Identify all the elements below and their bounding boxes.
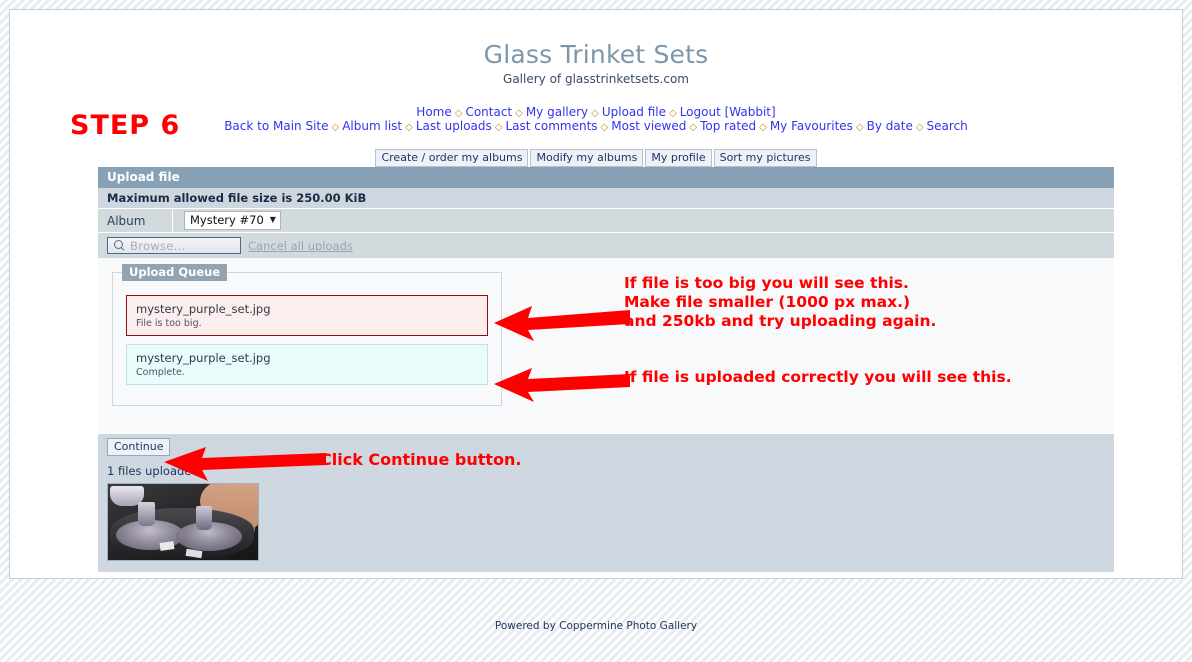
nav-separator-icon: ◇	[405, 122, 413, 133]
site-title: Glass Trinket Sets	[483, 40, 709, 69]
admin-button-row: Create / order my albums Modify my albums…	[10, 149, 1182, 167]
album-select-value: Mystery #70	[190, 213, 264, 227]
nav-separator-icon: ◇	[494, 122, 503, 133]
annotation-arrow-complete	[494, 368, 630, 402]
upload-queue-legend: Upload Queue	[122, 264, 228, 281]
upload-queue-area: Upload Queue mystery_purple_set.jpg File …	[98, 258, 1114, 433]
footer-credit: Powered by Coppermine Photo Gallery	[494, 620, 698, 632]
nav-link-my-gallery[interactable]: My gallery	[526, 105, 588, 119]
cancel-all-uploads-link[interactable]: Cancel all uploads	[248, 239, 353, 253]
secondary-navigation: Back to Main Site ◇ Album list ◇ Last upload…	[10, 119, 1182, 133]
nav-link-search[interactable]: Search	[927, 119, 968, 133]
queue-item-filename: mystery_purple_set.jpg	[136, 351, 271, 365]
album-row: Album Mystery #70 ▼	[98, 209, 1114, 233]
step-label: STEP 6	[70, 110, 181, 141]
panel-title: Upload file	[98, 167, 1114, 188]
nav-separator-icon: ◇	[759, 122, 767, 133]
upload-queue-item: mystery_purple_set.jpg File is too big.	[126, 295, 488, 336]
nav-separator-icon: ◇	[515, 108, 523, 119]
nav-separator-icon: ◇	[591, 108, 599, 119]
nav-link-contact[interactable]: Contact	[465, 105, 512, 119]
continue-button[interactable]: Continue	[107, 437, 171, 456]
upload-queue-list: mystery_purple_set.jpg File is too big. my…	[126, 295, 488, 385]
nav-link-top-rated[interactable]: Top rated	[700, 119, 756, 133]
queue-item-status: File is too big.	[136, 318, 202, 329]
album-label: Album	[107, 213, 146, 228]
nav-link-most-viewed[interactable]: Most viewed	[611, 119, 686, 133]
annotation-too-big: If file is too big you will see this. Mak…	[624, 274, 936, 331]
nav-separator-icon: ◇	[454, 108, 463, 119]
uploaded-thumbnail[interactable]	[107, 483, 259, 561]
magnifier-icon	[114, 240, 125, 251]
upload-queue-item: mystery_purple_set.jpg Complete.	[126, 344, 488, 385]
nav-link-logout-wabbit[interactable]: Logout [Wabbit]	[680, 105, 776, 119]
nav-link-album-list[interactable]: Album list	[342, 119, 402, 133]
nav-separator-icon: ◇	[855, 122, 864, 133]
annotation-upload-ok: If file is uploaded correctly you will s…	[624, 368, 1012, 386]
annotation-arrow-too-big	[494, 306, 630, 341]
upload-queue-box: Upload Queue mystery_purple_set.jpg File …	[112, 264, 502, 406]
nav-separator-icon: ◇	[331, 122, 340, 133]
annotation-arrow-continue	[164, 447, 326, 481]
annotation-too-big-line: Make file smaller (1000 px max.)	[624, 293, 911, 311]
nav-separator-icon: ◇	[915, 122, 924, 133]
admin-button-create-order-my-albums[interactable]: Create / order my albums	[375, 149, 529, 167]
nav-link-upload-file[interactable]: Upload file	[602, 105, 666, 119]
nav-separator-icon: ◇	[600, 122, 609, 133]
browse-button-label: Browse...	[130, 238, 186, 253]
annotation-too-big-line: If file is too big you will see this.	[624, 274, 909, 292]
admin-button-modify-my-albums[interactable]: Modify my albums	[530, 149, 644, 167]
site-subtitle: Gallery of glasstrinketsets.com	[503, 72, 689, 86]
page-frame: Glass Trinket Sets Gallery of glasstrink…	[9, 9, 1183, 579]
nav-separator-icon: ◇	[669, 108, 677, 119]
nav-separator-icon: ◇	[689, 122, 698, 133]
primary-navigation: Home ◇ Contact ◇ My gallery ◇ Upload file ◇ Logo…	[10, 105, 1182, 119]
album-field-cell: Mystery #70 ▼	[172, 209, 1114, 232]
nav-link-last-uploads[interactable]: Last uploads	[416, 119, 492, 133]
nav-link-my-favourites[interactable]: My Favourites	[770, 119, 853, 133]
browse-row: Browse... Cancel all uploads	[98, 233, 1114, 258]
annotation-too-big-line: and 250kb and try uploading again.	[624, 312, 937, 330]
chevron-down-icon: ▼	[269, 215, 276, 224]
queue-item-status: Complete.	[136, 367, 185, 378]
nav-link-home[interactable]: Home	[416, 105, 451, 119]
admin-button-sort-my-pictures[interactable]: Sort my pictures	[713, 149, 817, 167]
nav-link-by-date[interactable]: By date	[867, 119, 913, 133]
nav-link-last-comments[interactable]: Last comments	[505, 119, 597, 133]
queue-item-filename: mystery_purple_set.jpg	[136, 302, 271, 316]
browse-button[interactable]: Browse...	[107, 237, 241, 254]
nav-link-back-to-main-site[interactable]: Back to Main Site	[224, 119, 328, 133]
annotation-click-continue: Click Continue button.	[320, 450, 522, 469]
admin-button-my-profile[interactable]: My profile	[645, 149, 712, 167]
album-select[interactable]: Mystery #70 ▼	[184, 211, 281, 230]
max-file-size-note: Maximum allowed file size is 250.00 KiB	[98, 188, 1114, 209]
